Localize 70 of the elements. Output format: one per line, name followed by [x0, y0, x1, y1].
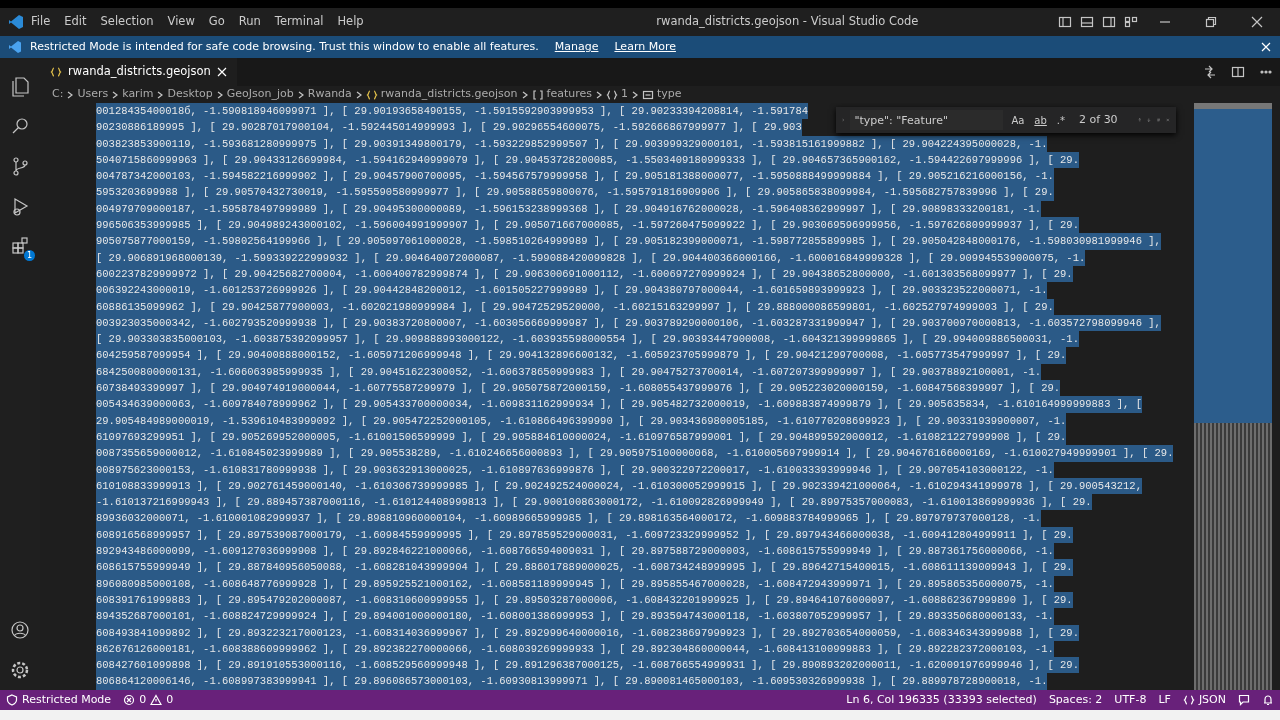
menu-item[interactable]: Go — [201, 11, 232, 33]
chevron-right-icon — [520, 89, 529, 100]
find-option[interactable]: Aa — [1009, 112, 1027, 128]
line-ending-status[interactable]: LF — [1158, 691, 1171, 709]
encoding-status[interactable]: UTF-8 — [1114, 691, 1147, 709]
warning-icon — [150, 694, 163, 706]
breadcrumb-item[interactable]: Rwanda — [307, 86, 352, 103]
error-icon — [123, 694, 136, 706]
settings-icon[interactable] — [9, 659, 31, 681]
menu-item[interactable]: Terminal — [267, 11, 331, 33]
feedback-icon — [1238, 694, 1250, 706]
indentation-status[interactable]: Spaces: 2 — [1048, 691, 1103, 709]
find-input[interactable]: "type": "Feature" — [850, 110, 1004, 130]
files-icon[interactable] — [9, 75, 31, 97]
split-editor-icon[interactable] — [1231, 65, 1245, 79]
bell-icon — [1262, 694, 1274, 706]
menu-item[interactable]: Selection — [93, 11, 161, 33]
chevron-right-icon — [354, 89, 363, 100]
breadcrumb-item[interactable]: Users — [77, 86, 109, 103]
braces-icon — [606, 88, 618, 101]
toggle-panel-icon[interactable] — [1080, 15, 1094, 29]
match-count: 2 of 30 — [1079, 111, 1118, 128]
problems-status[interactable]: 0 0 — [123, 691, 174, 709]
breadcrumb-item[interactable]: karim — [122, 86, 154, 103]
toggle-sidebar-icon[interactable] — [1058, 15, 1072, 29]
language-mode-status[interactable]: JSON — [1182, 691, 1226, 709]
chevron-right-icon — [156, 89, 165, 100]
chevron-right-icon — [631, 89, 639, 100]
chevron-right-icon — [111, 89, 120, 100]
braces-icon — [1182, 694, 1195, 706]
menu-item[interactable]: Run — [231, 11, 268, 33]
chevron-right-icon — [215, 89, 224, 100]
extensions-icon[interactable] — [9, 235, 31, 257]
breadcrumb-item[interactable]: features — [531, 86, 592, 103]
shield-icon — [6, 694, 18, 706]
breadcrumb-item[interactable]: 1 — [606, 86, 628, 103]
breadcrumb-item[interactable]: GeoJson_job — [226, 86, 294, 103]
banner-text: Restricted Mode is intended for safe code browsing. Trust this window to enable all features. — [30, 38, 539, 55]
banner-link[interactable]: Learn More — [614, 38, 676, 56]
find-option[interactable]: .* — [1054, 112, 1068, 128]
menu-item[interactable]: File — [24, 11, 58, 33]
menu-item[interactable]: Help — [330, 11, 371, 33]
menu-item[interactable]: Edit — [57, 11, 94, 33]
json-file-icon — [50, 66, 62, 78]
chevron-right-icon — [595, 89, 603, 100]
json-file-icon — [365, 88, 378, 101]
breadcrumb-item[interactable]: rwanda_districts.geojson — [365, 86, 518, 103]
find-option[interactable]: ab — [1032, 112, 1049, 128]
account-icon[interactable] — [9, 619, 31, 641]
chevron-right-icon — [66, 89, 75, 100]
restricted-mode-status[interactable]: Restricted Mode — [6, 691, 112, 709]
toggle-secondary-sidebar-icon[interactable] — [1102, 15, 1116, 29]
banner-link[interactable]: Manage — [554, 38, 599, 56]
property-icon — [642, 88, 654, 101]
chevron-right-icon — [296, 89, 305, 100]
close-icon[interactable] — [1250, 15, 1264, 29]
cursor-position[interactable]: Ln 6, Col 196335 (33393 selected) — [846, 691, 1037, 709]
editor-tab[interactable]: rwanda_districts.geojson — [40, 58, 237, 86]
breadcrumb-item[interactable]: type — [642, 86, 682, 103]
compare-icon[interactable] — [1203, 65, 1217, 79]
restore-icon[interactable] — [1204, 15, 1218, 29]
menu-item[interactable]: View — [160, 11, 202, 33]
notification-badge: 1 — [24, 250, 35, 261]
layout-icon[interactable] — [1124, 15, 1138, 29]
breadcrumb-item[interactable]: Desktop — [167, 86, 213, 103]
window-title: rwanda_districts.geojson - Visual Studio Code — [655, 13, 920, 31]
vscode-logo-icon — [8, 40, 22, 54]
vscode-logo-icon — [8, 14, 24, 30]
array-icon — [531, 88, 544, 101]
breadcrumb-item[interactable]: C: — [52, 86, 64, 103]
